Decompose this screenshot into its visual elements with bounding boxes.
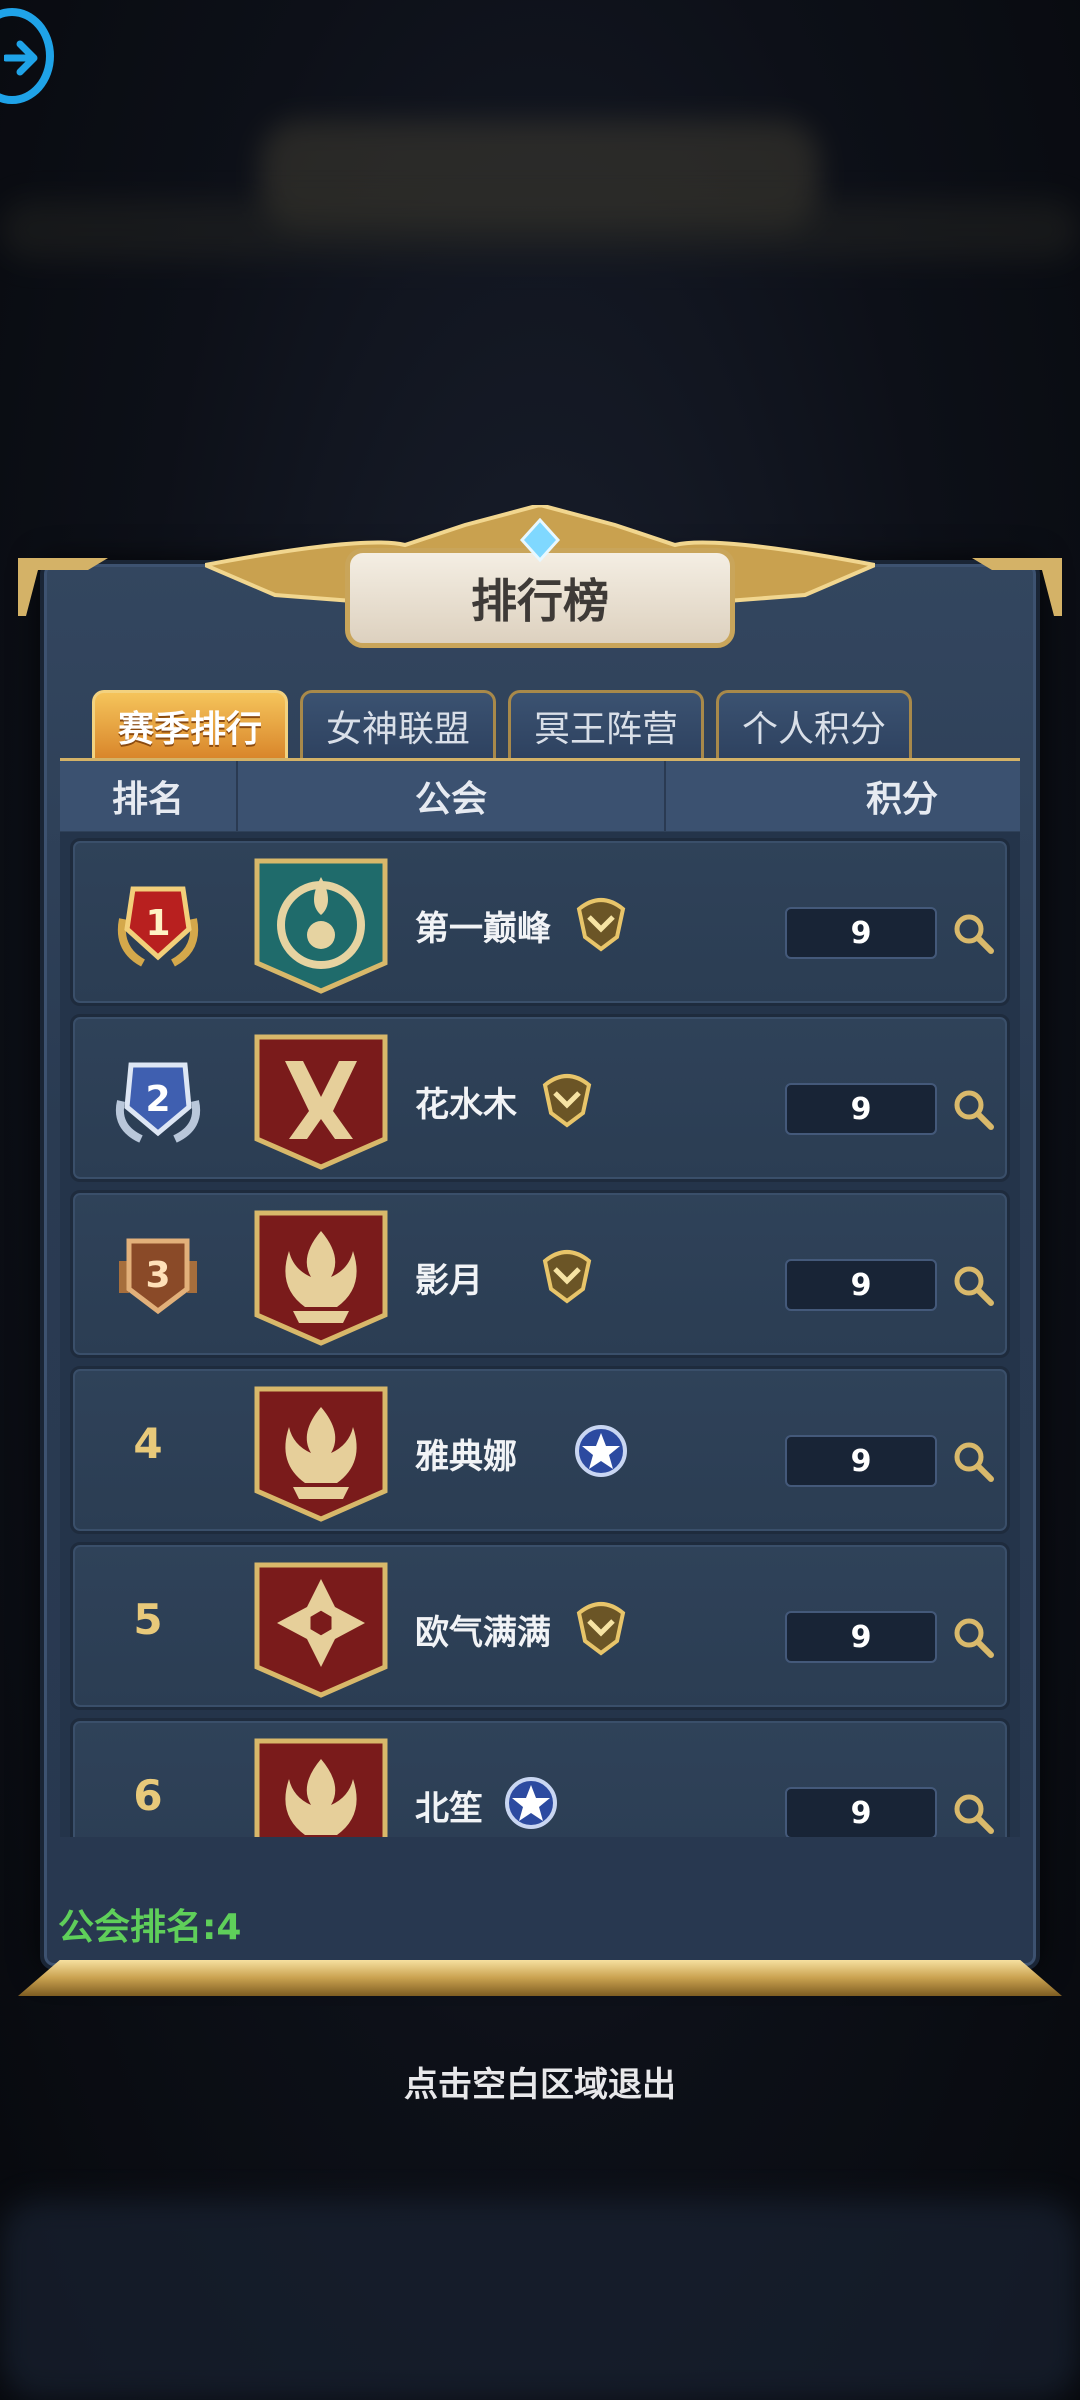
table-row[interactable]: 2 花水木 9 <box>70 1014 1010 1182</box>
table-row[interactable]: 6 北笙 9 <box>70 1718 1010 1837</box>
gold-wing-badge-icon <box>542 1074 592 1128</box>
search-icon[interactable] <box>951 911 995 955</box>
blue-star-badge-icon <box>505 1777 557 1829</box>
ranking-list[interactable]: 1 第一巅峰 9 2 花水木 9 3 影月 9 4 雅典娜 9 5 欧气满满 9… <box>60 832 1020 1837</box>
background-scene-shape <box>0 200 1080 260</box>
guild-name: 第一巅峰 <box>415 909 551 949</box>
top-right-gold-corner <box>972 558 1062 616</box>
guild-emblem-red-flame-icon <box>254 1738 388 1837</box>
score-value: 9 <box>785 907 937 959</box>
header-guild: 公会 <box>238 761 666 831</box>
table-row[interactable]: 5 欧气满满 9 <box>70 1542 1010 1710</box>
tab-bar: 赛季排行 女神联盟 冥王阵营 个人积分 <box>92 690 922 758</box>
score-value: 9 <box>785 1611 937 1663</box>
panel-gold-bottom-trim <box>18 1960 1062 1996</box>
guild-name: 雅典娜 <box>415 1437 517 1477</box>
gold-wing-badge-icon <box>542 1250 592 1304</box>
bronze-rank-medal-icon: 3 <box>119 1238 197 1315</box>
score-value: 9 <box>785 1083 937 1135</box>
tab-season-ranking[interactable]: 赛季排行 <box>92 690 288 758</box>
gold-wing-badge-icon <box>576 898 626 952</box>
guild-emblem-red-hex-icon <box>254 1562 388 1698</box>
gold-rank-medal-icon: 1 <box>118 886 198 967</box>
gold-wing-badge-icon <box>576 1602 626 1656</box>
rank-number: 4 <box>133 1419 163 1468</box>
search-icon[interactable] <box>951 1439 995 1483</box>
guild-emblem-red-flame-icon <box>254 1386 388 1522</box>
guild-emblem-red-flame-icon <box>254 1210 388 1346</box>
score-value: 9 <box>785 1259 937 1311</box>
guild-rank-label: 公会排名:4 <box>58 1907 242 1948</box>
search-icon[interactable] <box>951 1263 995 1307</box>
tab-goddess-alliance[interactable]: 女神联盟 <box>300 690 496 758</box>
table-row[interactable]: 4 雅典娜 9 <box>70 1366 1010 1534</box>
medal-number-3: 3 <box>145 1255 170 1296</box>
tab-personal-points[interactable]: 个人积分 <box>716 690 912 758</box>
search-icon[interactable] <box>951 1087 995 1131</box>
header-rank: 排名 <box>60 761 238 831</box>
search-icon[interactable] <box>951 1615 995 1659</box>
exit-arrow-button[interactable] <box>0 8 54 104</box>
tab-hades-camp[interactable]: 冥王阵营 <box>508 690 704 758</box>
rank-number: 5 <box>133 1595 163 1644</box>
tap-to-exit-hint[interactable]: 点击空白区域退出 <box>0 2057 1080 2106</box>
guild-name: 欧气满满 <box>415 1613 551 1653</box>
search-icon[interactable] <box>951 1791 995 1835</box>
arrow-right-icon <box>4 40 38 76</box>
score-value: 9 <box>785 1435 937 1487</box>
top-left-gold-corner <box>18 558 108 616</box>
guild-emblem-red-rune-icon <box>254 1034 388 1170</box>
page-title: 排行榜 <box>345 548 735 648</box>
background-scene-bottom <box>0 2200 1080 2400</box>
score-value: 9 <box>785 1787 937 1837</box>
guild-name: 花水木 <box>415 1085 517 1125</box>
silver-rank-medal-icon: 2 <box>116 1062 200 1143</box>
guild-name: 北笙 <box>415 1789 483 1829</box>
blue-gem-icon <box>519 518 561 562</box>
rank-number: 6 <box>133 1771 163 1820</box>
table-row[interactable]: 3 影月 9 <box>70 1190 1010 1358</box>
table-row[interactable]: 1 第一巅峰 9 <box>70 838 1010 1006</box>
medal-number-2: 2 <box>145 1079 170 1120</box>
header-score: 积分 <box>865 779 938 820</box>
blue-star-badge-icon <box>575 1425 627 1477</box>
guild-name: 影月 <box>415 1261 483 1301</box>
medal-number-1: 1 <box>145 903 170 944</box>
table-header: 排名 公会 积分 <box>60 758 1020 831</box>
guild-emblem-teal-icon <box>254 858 388 994</box>
